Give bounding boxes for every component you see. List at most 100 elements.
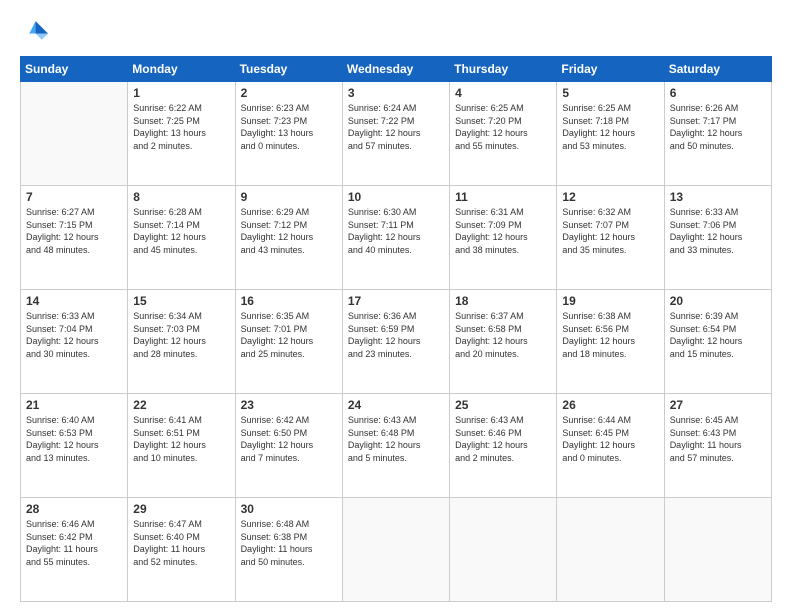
day-number: 14 bbox=[26, 294, 122, 308]
table-row: 23Sunrise: 6:42 AMSunset: 6:50 PMDayligh… bbox=[235, 394, 342, 498]
logo-icon bbox=[20, 18, 48, 46]
header bbox=[20, 18, 772, 46]
day-number: 27 bbox=[670, 398, 766, 412]
calendar-week-row: 14 Sunrise: 6:33 AMSunset: 7:04 PMDayligh… bbox=[21, 290, 772, 394]
table-row: 4 Sunrise: 6:25 AMSunset: 7:20 PMDaylight… bbox=[450, 82, 557, 186]
day-info: Sunrise: 6:39 AMSunset: 6:54 PMDaylight:… bbox=[670, 310, 766, 360]
day-number: 15 bbox=[133, 294, 229, 308]
day-number: 29 bbox=[133, 502, 229, 516]
table-row bbox=[21, 82, 128, 186]
table-row: 27 Sunrise: 6:45 AMSunset: 6:43 PMDayligh… bbox=[664, 394, 771, 498]
table-row: 8 Sunrise: 6:28 AMSunset: 7:14 PMDaylight… bbox=[128, 186, 235, 290]
table-row: 29 Sunrise: 6:47 AMSunset: 6:40 PMDayligh… bbox=[128, 498, 235, 602]
calendar-table: Sunday Monday Tuesday Wednesday Thursday… bbox=[20, 56, 772, 602]
day-info: Sunrise: 6:48 AMSunset: 6:38 PMDaylight:… bbox=[241, 518, 337, 568]
table-row: 2 Sunrise: 6:23 AMSunset: 7:23 PMDaylight… bbox=[235, 82, 342, 186]
table-row: 9 Sunrise: 6:29 AMSunset: 7:12 PMDaylight… bbox=[235, 186, 342, 290]
day-number: 4 bbox=[455, 86, 551, 100]
table-row: 15Sunrise: 6:34 AMSunset: 7:03 PMDayligh… bbox=[128, 290, 235, 394]
day-number: 10 bbox=[348, 190, 444, 204]
day-number: 22 bbox=[133, 398, 229, 412]
calendar-week-row: 1 Sunrise: 6:22 AMSunset: 7:25 PMDaylight… bbox=[21, 82, 772, 186]
calendar-week-row: 7Sunrise: 6:27 AMSunset: 7:15 PMDaylight… bbox=[21, 186, 772, 290]
day-number: 13 bbox=[670, 190, 766, 204]
table-row: 25 Sunrise: 6:43 AMSunset: 6:46 PMDayligh… bbox=[450, 394, 557, 498]
day-info: Sunrise: 6:44 AMSunset: 6:45 PMDaylight:… bbox=[562, 414, 658, 464]
day-info: Sunrise: 6:35 AMSunset: 7:01 PMDaylight:… bbox=[241, 310, 337, 360]
day-number: 17 bbox=[348, 294, 444, 308]
col-monday: Monday bbox=[128, 57, 235, 82]
day-info: Sunrise: 6:30 AMSunset: 7:11 PMDaylight:… bbox=[348, 206, 444, 256]
day-info: Sunrise: 6:33 AMSunset: 7:06 PMDaylight:… bbox=[670, 206, 766, 256]
table-row: 24 Sunrise: 6:43 AMSunset: 6:48 PMDayligh… bbox=[342, 394, 449, 498]
table-row: 17 Sunrise: 6:36 AMSunset: 6:59 PMDayligh… bbox=[342, 290, 449, 394]
day-info: Sunrise: 6:28 AMSunset: 7:14 PMDaylight:… bbox=[133, 206, 229, 256]
table-row bbox=[664, 498, 771, 602]
day-info: Sunrise: 6:24 AMSunset: 7:22 PMDaylight:… bbox=[348, 102, 444, 152]
table-row: 20 Sunrise: 6:39 AMSunset: 6:54 PMDayligh… bbox=[664, 290, 771, 394]
table-row: 12Sunrise: 6:32 AMSunset: 7:07 PMDayligh… bbox=[557, 186, 664, 290]
day-number: 25 bbox=[455, 398, 551, 412]
day-info: Sunrise: 6:43 AMSunset: 6:46 PMDaylight:… bbox=[455, 414, 551, 464]
day-info: Sunrise: 6:31 AMSunset: 7:09 PMDaylight:… bbox=[455, 206, 551, 256]
page: Sunday Monday Tuesday Wednesday Thursday… bbox=[0, 0, 792, 612]
day-info: Sunrise: 6:46 AMSunset: 6:42 PMDaylight:… bbox=[26, 518, 122, 568]
day-number: 8 bbox=[133, 190, 229, 204]
day-number: 26 bbox=[562, 398, 658, 412]
table-row: 30 Sunrise: 6:48 AMSunset: 6:38 PMDayligh… bbox=[235, 498, 342, 602]
day-info: Sunrise: 6:36 AMSunset: 6:59 PMDaylight:… bbox=[348, 310, 444, 360]
day-info: Sunrise: 6:47 AMSunset: 6:40 PMDaylight:… bbox=[133, 518, 229, 568]
day-number: 6 bbox=[670, 86, 766, 100]
table-row: 10 Sunrise: 6:30 AMSunset: 7:11 PMDayligh… bbox=[342, 186, 449, 290]
table-row: 16 Sunrise: 6:35 AMSunset: 7:01 PMDayligh… bbox=[235, 290, 342, 394]
day-number: 12 bbox=[562, 190, 658, 204]
table-row bbox=[342, 498, 449, 602]
table-row: 13 Sunrise: 6:33 AMSunset: 7:06 PMDayligh… bbox=[664, 186, 771, 290]
day-number: 7 bbox=[26, 190, 122, 204]
calendar-week-row: 21 Sunrise: 6:40 AMSunset: 6:53 PMDayligh… bbox=[21, 394, 772, 498]
day-number: 21 bbox=[26, 398, 122, 412]
day-info: Sunrise: 6:33 AMSunset: 7:04 PMDaylight:… bbox=[26, 310, 122, 360]
day-info: Sunrise: 6:23 AMSunset: 7:23 PMDaylight:… bbox=[241, 102, 337, 152]
table-row: 3 Sunrise: 6:24 AMSunset: 7:22 PMDaylight… bbox=[342, 82, 449, 186]
day-number: 18 bbox=[455, 294, 551, 308]
table-row: 11 Sunrise: 6:31 AMSunset: 7:09 PMDayligh… bbox=[450, 186, 557, 290]
day-number: 11 bbox=[455, 190, 551, 204]
day-info: Sunrise: 6:43 AMSunset: 6:48 PMDaylight:… bbox=[348, 414, 444, 464]
day-info: Sunrise: 6:45 AMSunset: 6:43 PMDaylight:… bbox=[670, 414, 766, 464]
calendar-week-row: 28Sunrise: 6:46 AMSunset: 6:42 PMDayligh… bbox=[21, 498, 772, 602]
table-row: 18Sunrise: 6:37 AMSunset: 6:58 PMDayligh… bbox=[450, 290, 557, 394]
table-row: 6 Sunrise: 6:26 AMSunset: 7:17 PMDaylight… bbox=[664, 82, 771, 186]
day-number: 2 bbox=[241, 86, 337, 100]
day-number: 1 bbox=[133, 86, 229, 100]
day-info: Sunrise: 6:40 AMSunset: 6:53 PMDaylight:… bbox=[26, 414, 122, 464]
table-row: 14 Sunrise: 6:33 AMSunset: 7:04 PMDayligh… bbox=[21, 290, 128, 394]
day-number: 3 bbox=[348, 86, 444, 100]
day-info: Sunrise: 6:25 AMSunset: 7:20 PMDaylight:… bbox=[455, 102, 551, 152]
table-row bbox=[557, 498, 664, 602]
table-row: 1 Sunrise: 6:22 AMSunset: 7:25 PMDaylight… bbox=[128, 82, 235, 186]
day-info: Sunrise: 6:41 AMSunset: 6:51 PMDaylight:… bbox=[133, 414, 229, 464]
day-number: 16 bbox=[241, 294, 337, 308]
day-info: Sunrise: 6:22 AMSunset: 7:25 PMDaylight:… bbox=[133, 102, 229, 152]
table-row: 26 Sunrise: 6:44 AMSunset: 6:45 PMDayligh… bbox=[557, 394, 664, 498]
col-tuesday: Tuesday bbox=[235, 57, 342, 82]
logo bbox=[20, 18, 52, 46]
col-wednesday: Wednesday bbox=[342, 57, 449, 82]
day-info: Sunrise: 6:26 AMSunset: 7:17 PMDaylight:… bbox=[670, 102, 766, 152]
day-number: 30 bbox=[241, 502, 337, 516]
day-info: Sunrise: 6:42 AMSunset: 6:50 PMDaylight:… bbox=[241, 414, 337, 464]
day-number: 9 bbox=[241, 190, 337, 204]
col-saturday: Saturday bbox=[664, 57, 771, 82]
table-row bbox=[450, 498, 557, 602]
day-info: Sunrise: 6:25 AMSunset: 7:18 PMDaylight:… bbox=[562, 102, 658, 152]
day-number: 19 bbox=[562, 294, 658, 308]
table-row: 22 Sunrise: 6:41 AMSunset: 6:51 PMDayligh… bbox=[128, 394, 235, 498]
col-thursday: Thursday bbox=[450, 57, 557, 82]
table-row: 19Sunrise: 6:38 AMSunset: 6:56 PMDayligh… bbox=[557, 290, 664, 394]
table-row: 5Sunrise: 6:25 AMSunset: 7:18 PMDaylight… bbox=[557, 82, 664, 186]
day-number: 24 bbox=[348, 398, 444, 412]
col-friday: Friday bbox=[557, 57, 664, 82]
day-info: Sunrise: 6:29 AMSunset: 7:12 PMDaylight:… bbox=[241, 206, 337, 256]
day-number: 20 bbox=[670, 294, 766, 308]
